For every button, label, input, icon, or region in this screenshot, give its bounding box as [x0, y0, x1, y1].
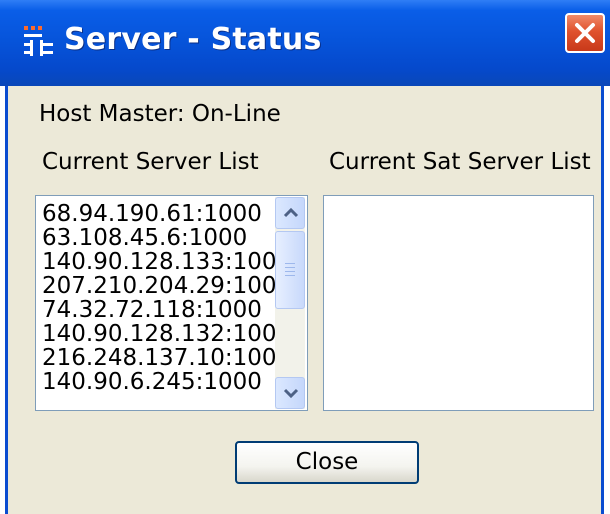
server-list-scrollbar[interactable] [275, 197, 305, 409]
list-item[interactable]: 140.90.128.132:1000 [42, 322, 291, 346]
list-item[interactable]: 140.90.128.133:1000 [42, 250, 291, 274]
host-status-label: Host Master: On-Line [39, 101, 281, 127]
window-title: Server - Status [64, 22, 322, 57]
chevron-up-icon [283, 207, 299, 218]
dialog-body: Host Master: On-Line Current Server List… [5, 86, 604, 514]
title-bar[interactable]: Server - Status [0, 0, 610, 86]
list-item[interactable]: 207.210.204.29:1000 [42, 274, 291, 298]
list-item[interactable]: 140.90.6.245:1000 [42, 370, 262, 394]
scroll-up-button[interactable] [275, 197, 305, 229]
current-server-list-label: Current Server List [42, 149, 259, 175]
current-server-listbox[interactable]: 68.94.190.61:1000 63.108.45.6:1000 140.9… [35, 195, 308, 411]
close-icon [575, 23, 595, 43]
server-status-icon [22, 23, 56, 59]
chevron-down-icon [283, 388, 299, 399]
scroll-thumb[interactable] [275, 231, 305, 309]
scroll-down-button[interactable] [275, 377, 305, 409]
grip-lines-icon [285, 263, 295, 276]
list-item[interactable]: 216.248.137.10:1000 [42, 346, 291, 370]
list-item[interactable]: 68.94.190.61:1000 [42, 202, 262, 226]
current-sat-server-list-label: Current Sat Server List [329, 149, 591, 175]
close-window-button[interactable] [565, 13, 605, 53]
server-status-dialog: Server - Status Host Master: On-Line Cur… [0, 0, 610, 514]
current-sat-server-listbox[interactable] [323, 195, 594, 411]
list-item[interactable]: 74.32.72.118:1000 [42, 298, 262, 322]
list-item[interactable]: 63.108.45.6:1000 [42, 226, 247, 250]
close-button[interactable]: Close [235, 441, 419, 484]
